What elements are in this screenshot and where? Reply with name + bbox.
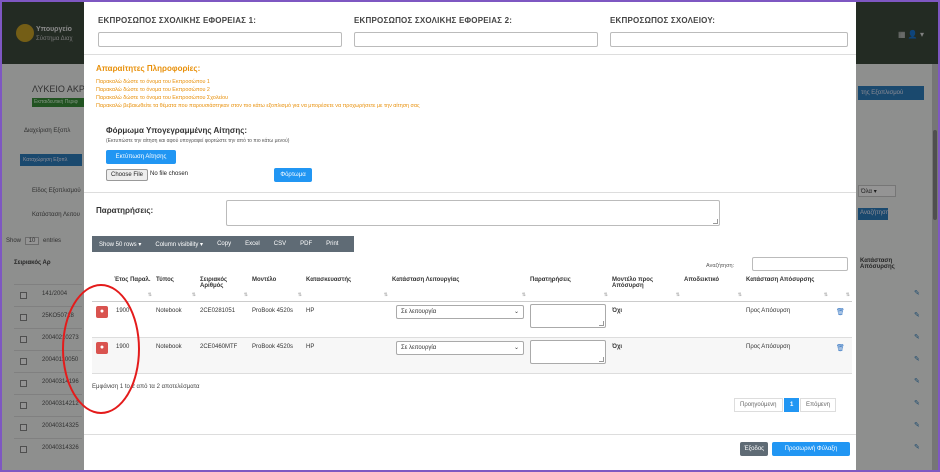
cell-withdraw-model: Όχι <box>612 344 623 350</box>
column-header-delete[interactable]: ⇅ <box>830 274 852 302</box>
divider <box>84 54 856 55</box>
pagination-page[interactable]: 1 <box>784 398 800 412</box>
table-row: ● 1900 Notebook 2CE0460MTF ProBook 4520s… <box>92 338 852 374</box>
column-header-model[interactable]: Μοντέλο ⇅ <box>250 274 304 302</box>
resize-handle-icon[interactable] <box>599 321 604 326</box>
cell-withdraw-status: Προς Απόσυρση <box>746 344 791 350</box>
chevron-down-icon: ⌄ <box>513 309 519 315</box>
rep-board-1-input[interactable] <box>98 32 342 47</box>
signed-form-subtitle: (Εκτυπώστε την αίτηση και αφού υπογραφεί… <box>106 138 290 144</box>
rep-board-2-input[interactable] <box>354 32 598 47</box>
search-input[interactable] <box>752 257 848 271</box>
cell-withdraw-status: Προς Απόσυρση <box>746 308 791 314</box>
exit-button[interactable]: Έξοδος <box>740 442 768 456</box>
cell-model: ProBook 4520s <box>252 308 294 314</box>
withdrawal-modal: ΕΚΠΡΟΣΩΠΟΣ ΣΧΟΛΙΚΗΣ ΕΦΟΡΕΙΑΣ 1: ΕΚΠΡΟΣΩΠ… <box>84 2 856 470</box>
notes-label: Παρατηρήσεις: <box>96 206 154 215</box>
rep-board-1-label: ΕΚΠΡΟΣΩΠΟΣ ΣΧΟΛΙΚΗΣ ΕΦΟΡΕΙΑΣ 1: <box>98 16 257 25</box>
csv-button[interactable]: CSV <box>267 241 293 247</box>
column-visibility-button[interactable]: Column visibility ▾ <box>148 241 210 248</box>
divider <box>84 192 856 193</box>
warning-line: Παρακαλώ δώστε το όνομα του Εκπροσώπου 1 <box>96 79 210 85</box>
pagination-next[interactable]: Επόμενη <box>800 398 836 412</box>
trash-icon[interactable]: 🗑 <box>836 308 845 316</box>
pagination-previous[interactable]: Προηγούμενη <box>734 398 783 412</box>
column-header-proof[interactable]: Αποδεικτικό ⇅ <box>682 274 744 302</box>
column-header-notes[interactable]: Παρατηρήσεις ⇅ <box>528 274 610 302</box>
divider <box>84 434 856 435</box>
cell-model: ProBook 4520s <box>252 344 294 350</box>
column-header-withdraw-model[interactable]: Μοντέλο προς Απόσυρση ⇅ <box>610 274 682 302</box>
rep-school-input[interactable] <box>610 32 848 47</box>
warning-line: Παρακαλώ δώστε το όνομα του Εκπροσώπου Σ… <box>96 95 229 101</box>
warning-line: Παρακαλώ δώστε το όνομα του Εκπροσώπου 2 <box>96 87 210 93</box>
print-button[interactable]: Print <box>319 241 345 247</box>
column-header-maker[interactable]: Κατασκευαστής ⇅ <box>304 274 390 302</box>
trash-icon[interactable]: 🗑 <box>836 344 845 352</box>
annotation-circle <box>62 284 140 414</box>
warning-line: Παρακαλώ βεβαιωθείτε τα θέματα που παρου… <box>96 103 420 109</box>
temporary-save-button[interactable]: Προσωρινή Φύλαξη <box>772 442 850 456</box>
search-label: Αναζήτηση: <box>706 263 735 269</box>
cell-maker: HP <box>306 344 315 350</box>
cell-withdraw-model: Όχι <box>612 308 623 314</box>
cell-maker: HP <box>306 308 315 314</box>
status-select[interactable]: Σε λειτουργία ⌄ <box>396 341 524 355</box>
table-row: ● 1900 Notebook 2CE0281051 ProBook 4520s… <box>92 302 852 338</box>
resize-handle-icon[interactable] <box>599 357 604 362</box>
show-rows-button[interactable]: Show 50 rows ▾ <box>92 241 148 248</box>
notes-textarea[interactable] <box>226 200 720 226</box>
excel-button[interactable]: Excel <box>238 241 267 247</box>
choose-file-button[interactable]: Choose File <box>106 169 148 181</box>
row-notes-textarea[interactable] <box>530 340 606 364</box>
rep-school-label: ΕΚΠΡΟΣΩΠΟΣ ΣΧΟΛΕΙΟΥ: <box>610 16 716 25</box>
cell-serial: 2CE0281051 <box>200 308 236 314</box>
warnings-title: Απαραίτητες Πληροφορίες: <box>96 64 201 73</box>
file-status: No file chosen <box>150 171 189 177</box>
cell-serial: 2CE0460MTF <box>200 344 238 350</box>
column-header-serial[interactable]: Σειριακός Αριθμός ⇅ <box>198 274 250 302</box>
status-select[interactable]: Σε λειτουργία ⌄ <box>396 305 524 319</box>
chevron-down-icon: ⌄ <box>513 345 519 351</box>
resize-handle-icon[interactable] <box>713 219 718 224</box>
copy-button[interactable]: Copy <box>210 241 238 247</box>
table-toolbar: Show 50 rows ▾ Column visibility ▾ Copy … <box>92 236 354 252</box>
signed-form-title: Φόρμωμα Υπογεγραμμένης Αίτησης: <box>106 126 248 135</box>
pdf-button[interactable]: PDF <box>293 241 319 247</box>
column-header-withdraw-status[interactable]: Κατάσταση Απόσυρσης ⇅ <box>744 274 830 302</box>
cell-type: Notebook <box>156 308 182 314</box>
print-application-button[interactable]: Εκτύπωση Αίτησης <box>106 150 176 164</box>
cell-type: Notebook <box>156 344 182 350</box>
rep-board-2-label: ΕΚΠΡΟΣΩΠΟΣ ΣΧΟΛΙΚΗΣ ΕΦΟΡΕΙΑΣ 2: <box>354 16 513 25</box>
row-notes-textarea[interactable] <box>530 304 606 328</box>
upload-button[interactable]: Φόρτωμα <box>274 168 312 182</box>
column-header-status[interactable]: Κατάσταση Λειτουργίας ⇅ <box>390 274 528 302</box>
column-header-type[interactable]: Τύπος ⇅ <box>154 274 198 302</box>
